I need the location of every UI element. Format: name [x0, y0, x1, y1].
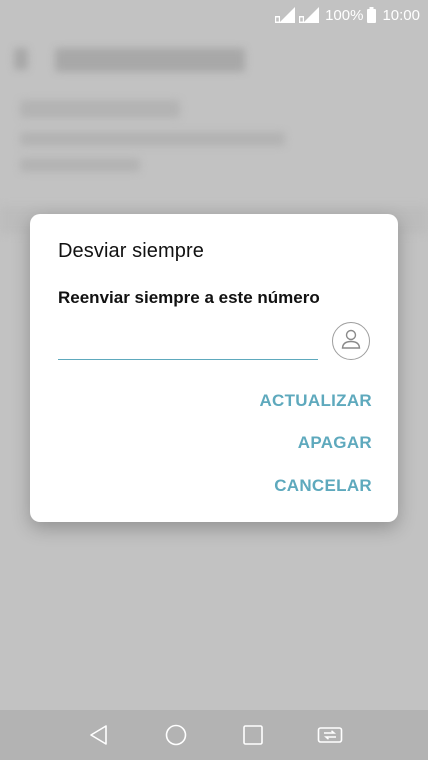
- update-button[interactable]: ACTUALIZAR: [259, 391, 372, 411]
- back-button[interactable]: [82, 718, 116, 752]
- phone-number-input[interactable]: [58, 332, 318, 360]
- blurred-text: [20, 100, 180, 118]
- cancel-button[interactable]: CANCELAR: [274, 476, 372, 496]
- battery-percent: 100%: [325, 6, 364, 24]
- forward-number-label: Reenviar siempre a este número: [58, 288, 320, 307]
- home-icon: [165, 724, 187, 746]
- recents-button[interactable]: [236, 718, 270, 752]
- blurred-header-title: [55, 48, 245, 72]
- dual-window-button[interactable]: [313, 718, 347, 752]
- status-bar: 100% 10:00: [0, 0, 428, 30]
- recents-icon: [242, 724, 264, 746]
- signal-sim2-icon: [299, 7, 320, 23]
- blurred-text: [20, 132, 285, 146]
- blurred-text: [20, 158, 140, 172]
- call-forward-dialog: Desviar siempre Reenviar siempre a este …: [30, 214, 398, 522]
- back-arrow-icon: [14, 48, 28, 70]
- back-icon: [89, 724, 109, 746]
- contact-picker-button[interactable]: [332, 322, 370, 360]
- battery-icon: [367, 7, 377, 23]
- home-button[interactable]: [159, 718, 193, 752]
- dialog-title: Desviar siempre: [58, 240, 204, 262]
- contact-person-icon: [340, 328, 362, 355]
- signal-sim1-icon: [275, 7, 296, 23]
- navigation-bar: [0, 710, 428, 760]
- dual-window-icon: [317, 725, 343, 745]
- screen: 100% 10:00 Desviar siempre Reenviar siem…: [0, 0, 428, 760]
- turn-off-button[interactable]: APAGAR: [298, 433, 372, 453]
- clock: 10:00: [382, 6, 420, 24]
